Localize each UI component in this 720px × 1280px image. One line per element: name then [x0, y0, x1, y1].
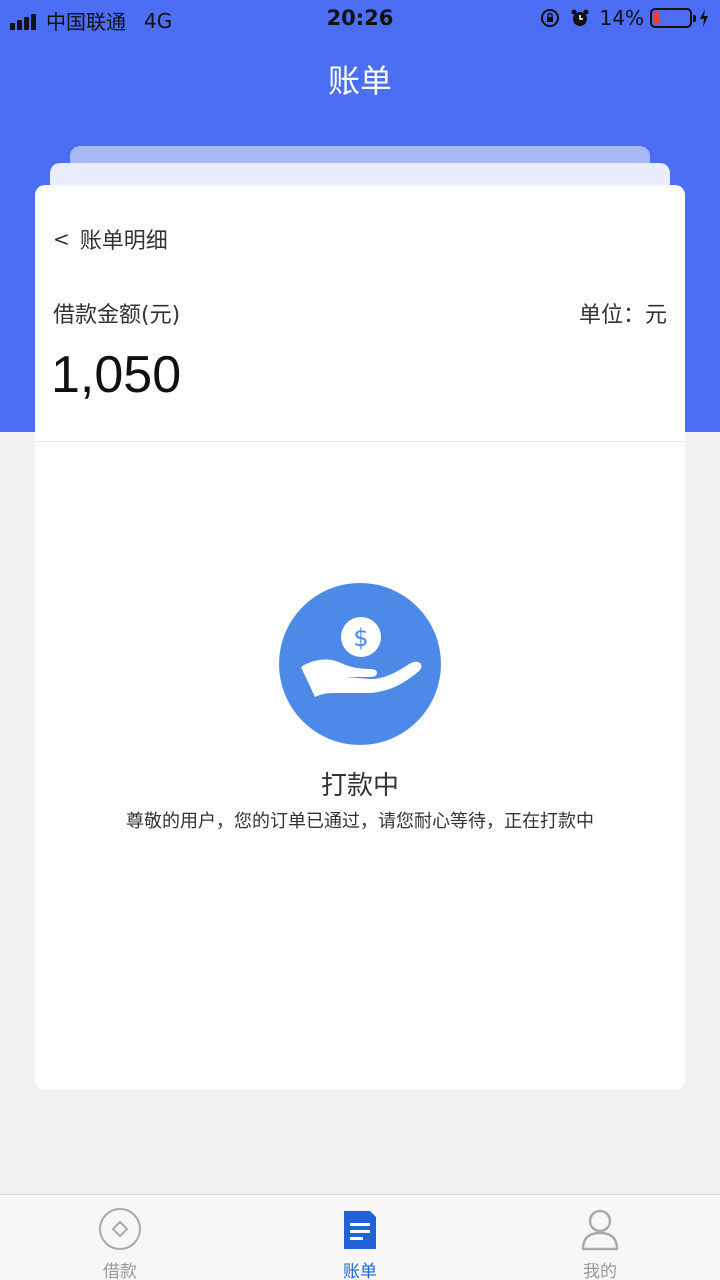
tab-mine-label: 我的 — [583, 1262, 617, 1280]
svg-text:$: $ — [353, 624, 368, 652]
bill-detail-card: < 账单明细 借款金额(元) 单位：元 1,050 $ 打款中 尊敬的用户，您的… — [35, 185, 685, 1090]
divider — [35, 441, 685, 442]
bill-icon — [344, 1211, 376, 1249]
orientation-lock-icon — [540, 9, 559, 27]
charging-icon — [700, 9, 708, 27]
loan-icon — [99, 1208, 141, 1250]
status-description: 尊敬的用户，您的订单已通过，请您耐心等待，正在打款中 — [126, 811, 594, 832]
user-icon — [581, 1209, 619, 1251]
back-button[interactable]: < 账单明细 — [53, 223, 168, 255]
status-title: 打款中 — [320, 771, 399, 801]
tab-loan[interactable]: 借款 — [0, 1195, 240, 1280]
battery-percent: 14% — [599, 6, 644, 30]
loan-amount-label: 借款金额(元) — [53, 303, 181, 328]
tab-bill[interactable]: 账单 — [240, 1195, 480, 1280]
hand-coin-icon: $ — [279, 583, 441, 745]
back-label: 账单明细 — [79, 229, 168, 254]
chevron-left-icon: < — [53, 227, 70, 251]
page-title: 账单 — [327, 62, 392, 100]
tab-loan-label: 借款 — [103, 1262, 137, 1280]
unit-label: 单位：元 — [578, 303, 667, 328]
tab-bar: 借款 账单 我的 — [0, 1194, 720, 1280]
alarm-icon — [571, 9, 589, 26]
battery-icon — [650, 8, 696, 28]
tab-bill-label: 账单 — [343, 1262, 377, 1280]
status-bar: 中国联通 4G 20:26 14% — [0, 0, 720, 38]
loan-amount-value: 1,050 — [51, 346, 182, 404]
tab-mine[interactable]: 我的 — [480, 1195, 720, 1280]
